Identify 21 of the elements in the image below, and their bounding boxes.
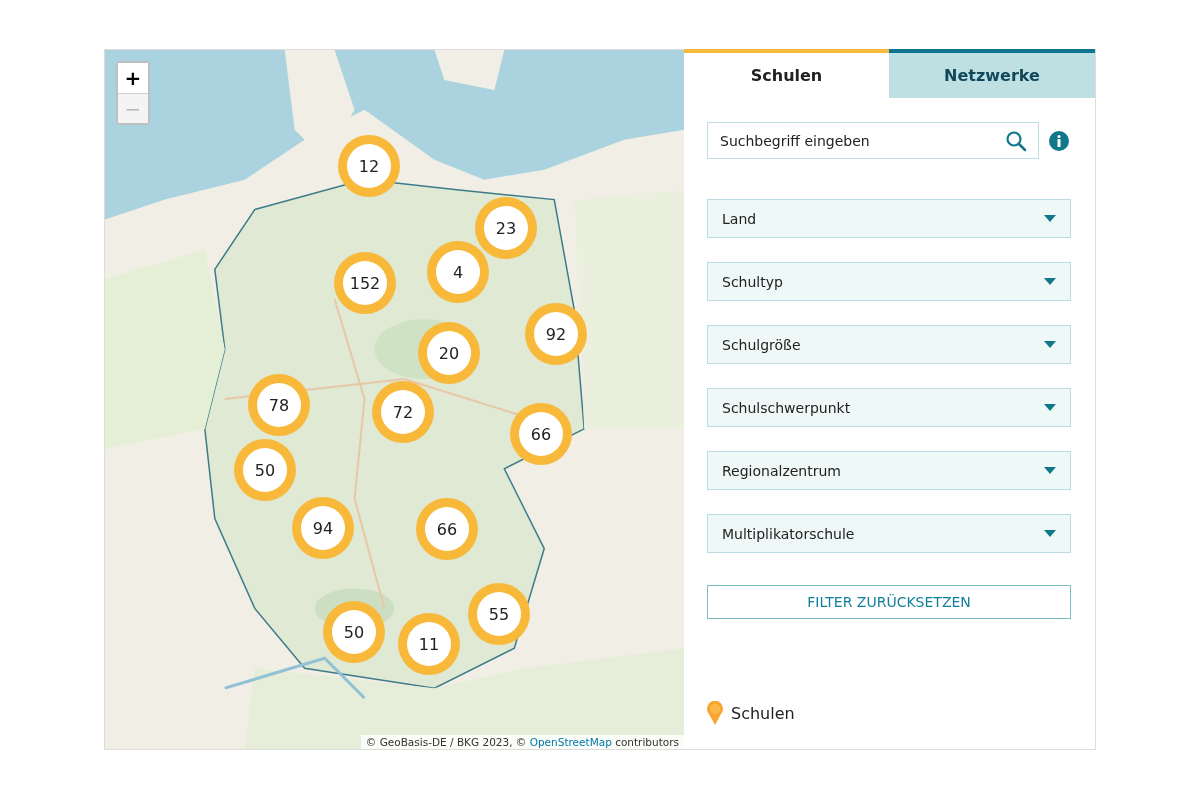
caret-icon — [1044, 404, 1056, 411]
caret-icon — [1044, 530, 1056, 537]
filter-dropdown[interactable]: Schulschwerpunkt — [707, 388, 1071, 427]
legend-label: Schulen — [731, 703, 795, 723]
caret-icon — [1044, 467, 1056, 474]
caret-icon — [1044, 215, 1056, 222]
openstreetmap-link[interactable]: OpenStreetMap — [529, 736, 612, 748]
map-pin-icon — [707, 701, 723, 725]
tab[interactable]: Netzwerke — [889, 49, 1095, 98]
search-field[interactable]: Suchbegriff eingeben — [707, 122, 1039, 159]
filter-dropdown[interactable]: Schulgröße — [707, 325, 1071, 364]
filter-dropdown[interactable]: Schultyp — [707, 262, 1071, 301]
search-icon[interactable] — [1005, 130, 1027, 152]
info-icon[interactable] — [1049, 130, 1069, 151]
caret-icon — [1044, 341, 1056, 348]
reset-filter-button[interactable]: FILTER ZURÜCKSETZEN — [707, 585, 1071, 619]
filter-dropdown[interactable]: Multiplikatorschule — [707, 514, 1071, 553]
map-attribution: © GeoBasis-DE / BKG 2023, © OpenStreetMap contributors — [360, 735, 684, 749]
filter-dropdown[interactable]: Land — [707, 199, 1071, 238]
filter-dropdown[interactable]: Regionalzentrum — [707, 451, 1071, 490]
caret-icon — [1044, 278, 1056, 285]
